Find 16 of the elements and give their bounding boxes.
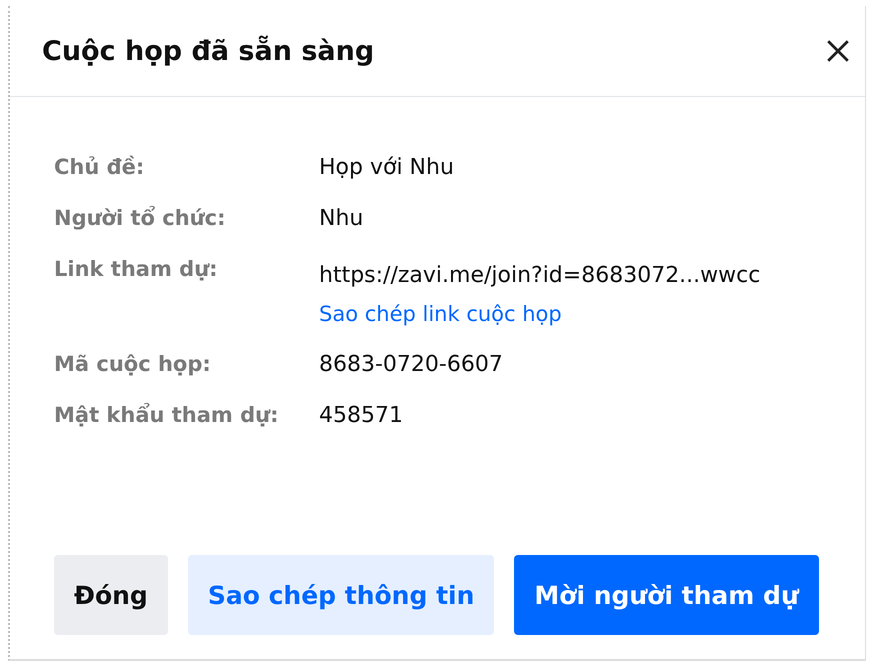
field-value: 458571 <box>319 403 403 428</box>
field-value: Nhu <box>319 206 364 231</box>
field-value: 8683-0720-6607 <box>319 352 503 377</box>
close-icon[interactable] <box>825 38 851 64</box>
field-label: Mã cuộc họp: <box>54 352 212 376</box>
field-value: https://zavi.me/join?id=8683072...wwcc <box>319 263 760 288</box>
dialog-title: Cuộc họp đã sẵn sàng <box>42 36 374 66</box>
dialog-button[interactable]: Mời người tham dự <box>514 555 819 635</box>
field-label: Link tham dự: <box>54 257 219 281</box>
dialog-button[interactable]: Sao chép thông tin <box>188 555 494 635</box>
dialog-button[interactable]: Đóng <box>54 555 168 635</box>
copy-link[interactable]: Sao chép link cuộc họp <box>319 302 760 326</box>
field-value: Họp với Nhu <box>319 155 454 180</box>
field-label: Mật khẩu tham dự: <box>54 403 280 427</box>
field-label: Chủ đề: <box>54 155 146 179</box>
field-label: Người tổ chức: <box>54 206 226 230</box>
